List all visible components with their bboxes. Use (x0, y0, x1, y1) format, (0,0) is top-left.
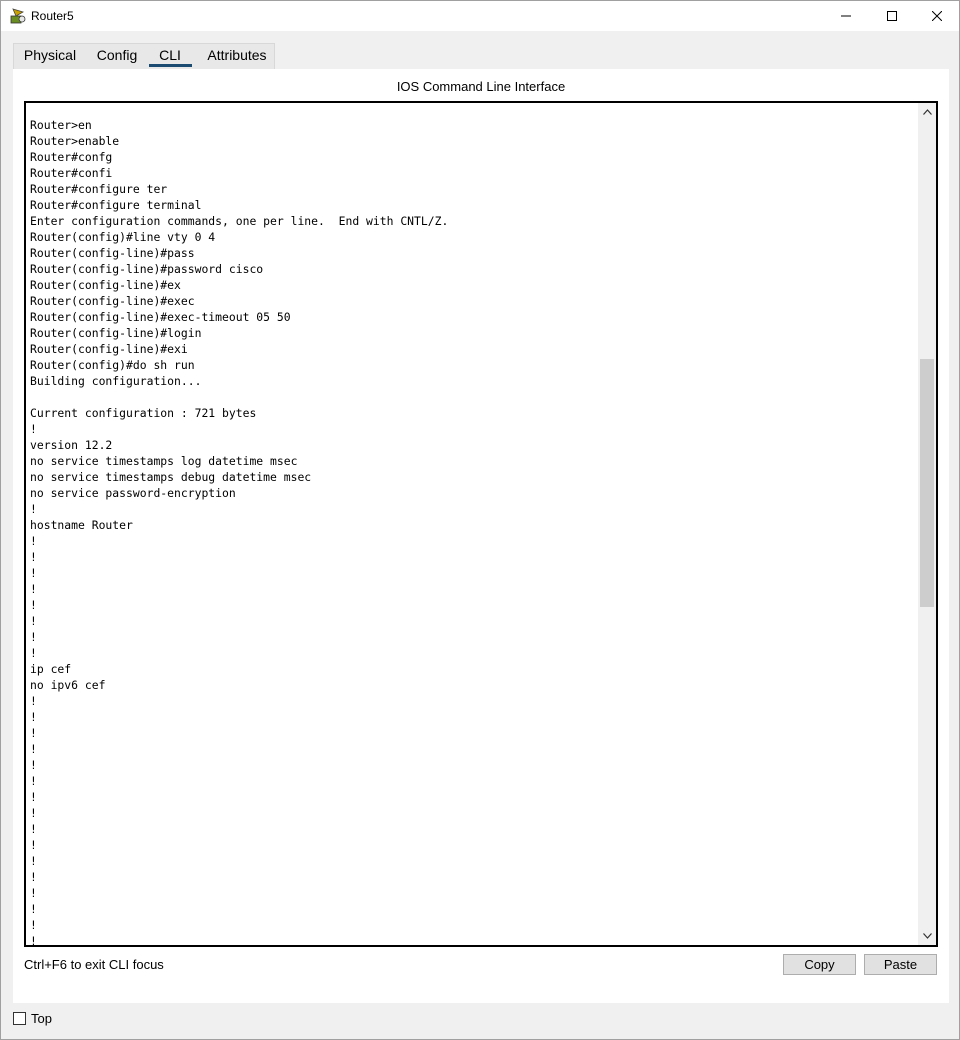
terminal-line: ! (30, 726, 37, 740)
terminal-line: ! (30, 630, 37, 644)
minimize-icon (841, 15, 851, 17)
terminal-line: ! (30, 614, 37, 628)
terminal-line: ! (30, 598, 37, 612)
packet-tracer-router-icon (10, 8, 26, 24)
terminal-line: ! (30, 534, 37, 548)
terminal-line: ! (30, 934, 37, 947)
terminal-line: ! (30, 502, 37, 516)
cli-terminal[interactable]: Router>en Router>enable Router#confg Router… (24, 101, 938, 947)
terminal-line: ! (30, 566, 37, 580)
terminal-line: ! (30, 710, 37, 724)
maximize-button[interactable] (869, 1, 915, 31)
terminal-line: no service timestamps log datetime msec (30, 454, 298, 468)
scrollbar-thumb[interactable] (920, 359, 934, 607)
terminal-line: Enter configuration commands, one per li… (30, 214, 449, 228)
terminal-line: Router(config-line)#pass (30, 246, 195, 260)
terminal-line: no service timestamps debug datetime mse… (30, 470, 312, 484)
top-checkbox-label: Top (31, 1011, 52, 1026)
top-checkbox[interactable] (13, 1012, 26, 1025)
terminal-line: Current configuration : 721 bytes (30, 406, 257, 420)
copy-button[interactable]: Copy (783, 954, 856, 975)
cli-panel: IOS Command Line Interface Router>en Rout… (13, 69, 949, 1003)
terminal-line: ! (30, 838, 37, 852)
terminal-line: Router(config-line)#login (30, 326, 202, 340)
terminal-line: Router#configure terminal (30, 198, 202, 212)
terminal-line: ! (30, 742, 37, 756)
terminal-line: Router#configure ter (30, 182, 168, 196)
tab-physical[interactable]: Physical (13, 43, 87, 69)
terminal-line: ! (30, 870, 37, 884)
terminal-line: ! (30, 790, 37, 804)
chevron-down-icon (922, 933, 932, 939)
terminal-line: Router(config-line)#password cisco (30, 262, 264, 276)
terminal-line: ! (30, 758, 37, 772)
terminal-line: version 12.2 (30, 438, 113, 452)
focus-hint: Ctrl+F6 to exit CLI focus (24, 957, 164, 972)
terminal-line: ! (30, 646, 37, 660)
tab-attributes[interactable]: Attributes (199, 43, 275, 69)
terminal-line: ! (30, 806, 37, 820)
title-bar[interactable]: Router5 (1, 1, 959, 31)
terminal-line: ! (30, 886, 37, 900)
terminal-line: Router#confi (30, 166, 113, 180)
scroll-down-button[interactable] (918, 927, 936, 945)
terminal-line: Router(config-line)#exec-timeout 05 50 (30, 310, 291, 324)
terminal-line: ! (30, 550, 37, 564)
terminal-line: ! (30, 918, 37, 932)
chevron-up-icon (922, 109, 932, 115)
terminal-line: Router(config-line)#exi (30, 342, 188, 356)
panel-title: IOS Command Line Interface (396, 79, 566, 94)
router-window: Router5 Physical Config CLI Attributes I… (0, 0, 960, 1040)
terminal-output[interactable]: Router>en Router>enable Router#confg Router… (30, 117, 914, 947)
terminal-line: ! (30, 902, 37, 916)
minimize-button[interactable] (823, 1, 869, 31)
terminal-line: Building configuration... (30, 374, 202, 388)
terminal-line: ! (30, 854, 37, 868)
terminal-line: Router(config)#line vty 0 4 (30, 230, 216, 244)
terminal-line: ip cef (30, 662, 72, 676)
terminal-line: ! (30, 694, 37, 708)
window-title: Router5 (31, 9, 74, 23)
terminal-line: ! (30, 582, 37, 596)
maximize-icon (887, 11, 897, 21)
active-tab-indicator (149, 64, 192, 67)
terminal-line: ! (30, 822, 37, 836)
scroll-up-button[interactable] (918, 103, 936, 121)
terminal-line: no ipv6 cef (30, 678, 106, 692)
vertical-scrollbar[interactable] (918, 103, 936, 945)
terminal-line: Router>en (30, 118, 92, 132)
close-button[interactable] (914, 1, 960, 31)
paste-button[interactable]: Paste (864, 954, 937, 975)
terminal-line: Router(config-line)#exec (30, 294, 195, 308)
terminal-line: Router(config)#do sh run (30, 358, 195, 372)
terminal-line: Router>enable (30, 134, 120, 148)
terminal-line: Router(config-line)#ex (30, 278, 181, 292)
terminal-line: Router#confg (30, 150, 113, 164)
terminal-line: no service password-encryption (30, 486, 236, 500)
terminal-line: hostname Router (30, 518, 133, 532)
terminal-line: ! (30, 422, 37, 436)
close-icon (932, 11, 942, 21)
terminal-line: ! (30, 774, 37, 788)
tab-config[interactable]: Config (91, 43, 143, 69)
